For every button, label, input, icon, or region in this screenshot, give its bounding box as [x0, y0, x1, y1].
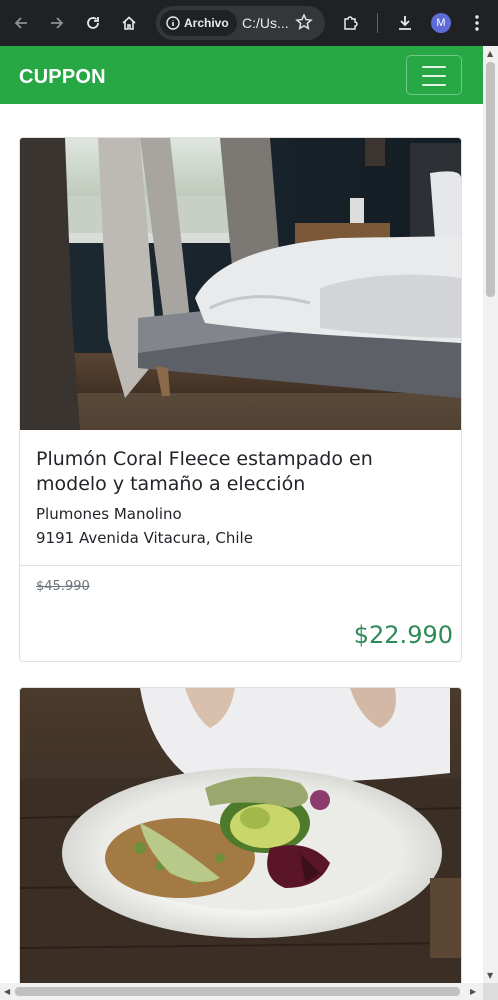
reload-icon — [87, 17, 99, 29]
browser-menu-button[interactable] — [464, 10, 490, 36]
profile-avatar[interactable]: M — [431, 13, 451, 33]
vendor-name: Plumones Manolino — [36, 505, 182, 523]
navbar-toggler-button[interactable] — [406, 55, 462, 95]
bed-product-image — [20, 138, 461, 430]
site-info-chip[interactable]: Archivo — [160, 10, 237, 36]
vertical-scroll-thumb[interactable] — [486, 62, 495, 297]
brand-logo[interactable]: CUPPON — [19, 66, 106, 89]
scroll-left-arrow-icon[interactable]: ◀ — [4, 987, 10, 996]
original-price: $45.990 — [36, 579, 90, 594]
back-button[interactable] — [8, 10, 34, 36]
url-text[interactable]: C:/Us... — [242, 15, 289, 31]
extensions-button[interactable] — [338, 10, 364, 36]
kebab-menu-icon — [475, 15, 479, 31]
scroll-down-arrow-icon[interactable]: ▼ — [487, 971, 493, 980]
arrow-right-icon — [51, 17, 64, 29]
vertical-scrollbar[interactable]: ▲ ▼ — [483, 46, 498, 983]
scroll-right-arrow-icon[interactable]: ▶ — [470, 987, 476, 996]
info-icon — [166, 16, 180, 30]
home-icon — [122, 16, 136, 30]
page-viewport: CUPPON Plumón Coral Fleece estampado en … — [0, 46, 483, 983]
forward-button[interactable] — [44, 10, 70, 36]
horizontal-scrollbar[interactable]: ◀ ▶ — [0, 983, 483, 1000]
bookmark-star-icon[interactable] — [295, 13, 313, 31]
scroll-up-arrow-icon[interactable]: ▲ — [487, 49, 493, 58]
scrollbar-corner — [483, 983, 498, 1000]
horizontal-scroll-thumb[interactable] — [15, 987, 460, 996]
address-bar[interactable]: Archivo C:/Us... — [156, 6, 325, 40]
salad-product-image — [20, 688, 461, 983]
discount-price: $22.990 — [353, 621, 453, 649]
deal-title[interactable]: Plumón Coral Fleece estampado en modelo … — [36, 447, 446, 497]
download-icon — [399, 16, 411, 30]
home-button[interactable] — [116, 10, 142, 36]
puzzle-icon — [344, 16, 358, 30]
browser-toolbar: Archivo C:/Us... M — [0, 0, 498, 46]
hamburger-icon — [422, 66, 446, 68]
deal-card[interactable]: Plumón Coral Fleece estampado en modelo … — [19, 137, 462, 662]
downloads-button[interactable] — [392, 10, 418, 36]
card-footer: $45.990 $22.990 — [20, 566, 461, 661]
card-body: Plumón Coral Fleece estampado en modelo … — [20, 430, 461, 566]
toolbar-divider — [377, 13, 378, 33]
arrow-left-icon — [14, 17, 27, 29]
navbar: CUPPON — [0, 46, 483, 104]
site-info-label: Archivo — [184, 16, 229, 30]
vendor-address: 9191 Avenida Vitacura, Chile — [36, 529, 253, 547]
reload-button[interactable] — [80, 10, 106, 36]
deal-card[interactable] — [19, 687, 462, 983]
